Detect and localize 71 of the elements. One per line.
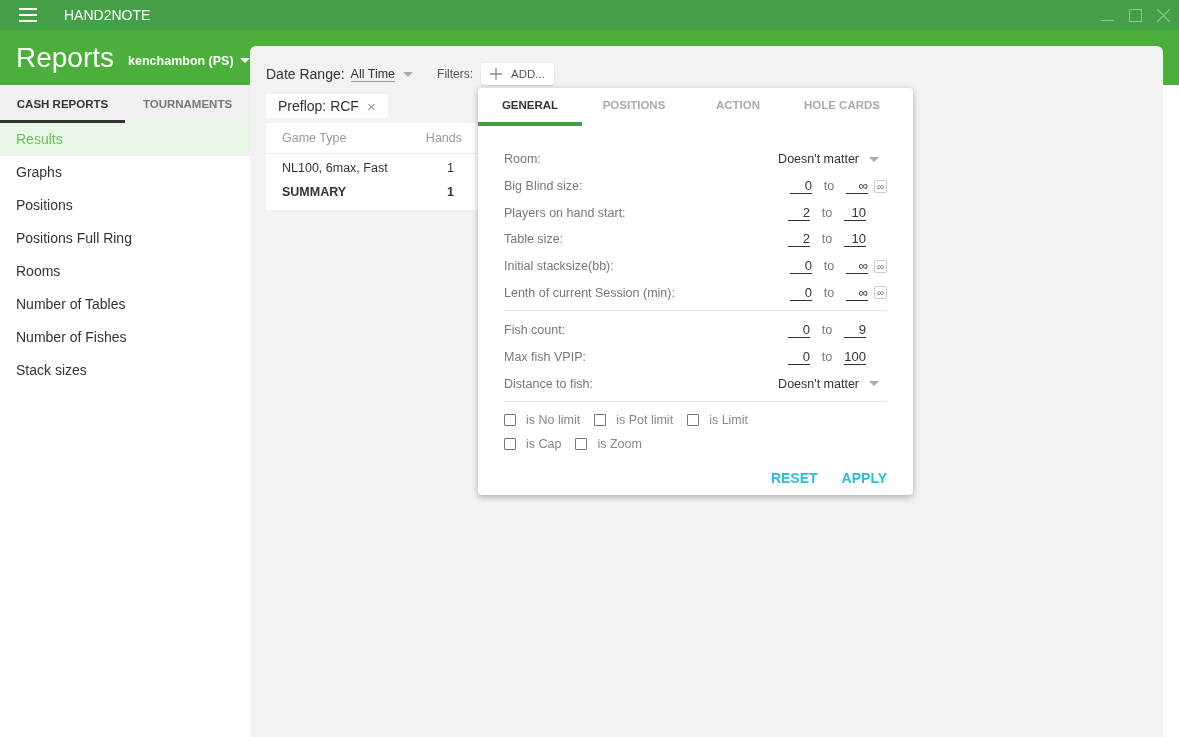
date-range-dropdown[interactable]: All Time xyxy=(350,66,414,82)
input-field[interactable]: 0 xyxy=(790,178,812,195)
field-label: Max fish VPIP: xyxy=(504,350,586,365)
checkbox-option[interactable]: is Zoom xyxy=(575,437,642,452)
dropdown[interactable]: Doesn't matter xyxy=(778,376,879,391)
filters-label: Filters: xyxy=(437,67,474,81)
sidebar-item[interactable]: Stack sizes xyxy=(0,354,250,387)
caret-icon xyxy=(869,381,879,387)
input-field[interactable]: ∞ xyxy=(846,284,868,301)
input-field[interactable]: ∞ xyxy=(846,178,868,195)
checkbox-option[interactable]: is Pot limit xyxy=(594,413,674,428)
tab[interactable]: GENERAL xyxy=(478,88,582,126)
page-title: Reports xyxy=(16,41,115,74)
field-label: Initial stacksize(bb): xyxy=(504,259,614,274)
caret-icon xyxy=(403,71,414,77)
plus-icon xyxy=(490,68,503,80)
sidebar-item[interactable]: Rooms xyxy=(0,255,250,288)
sidebar-item[interactable]: Number of Tables xyxy=(0,288,250,321)
window-title: HAND2NOTE xyxy=(64,7,151,23)
input-field[interactable]: 10 xyxy=(844,231,866,248)
add-filter-button[interactable]: ADD... xyxy=(481,63,554,85)
checkbox[interactable] xyxy=(504,438,516,451)
checkbox[interactable] xyxy=(594,414,607,427)
caret-icon xyxy=(869,156,879,162)
input-field[interactable]: 0 xyxy=(790,258,812,275)
input-field[interactable]: 9 xyxy=(844,322,866,339)
checkbox-option[interactable]: is Limit xyxy=(687,413,749,428)
field-label: Table size: xyxy=(504,232,564,247)
input-field[interactable]: 0 xyxy=(788,349,810,366)
range-separator: to xyxy=(822,285,836,300)
input-field[interactable]: 2 xyxy=(788,204,810,221)
sidebar-item[interactable]: Positions xyxy=(0,189,250,222)
field-label: Distance to fish: xyxy=(504,376,593,391)
range-separator: to xyxy=(820,323,834,338)
sidebar-item[interactable]: Graphs xyxy=(0,156,250,189)
table-cell: NL100, 6max, Fast xyxy=(282,161,388,175)
caret-icon xyxy=(239,58,250,63)
range-separator: to xyxy=(822,179,836,194)
range-separator: to xyxy=(822,259,836,274)
table-cell-text: 1 xyxy=(447,185,455,199)
dropdown[interactable]: Doesn't matter xyxy=(778,152,879,167)
input-field[interactable]: ∞ xyxy=(846,258,868,275)
tab[interactable]: TOURNAMENTS xyxy=(125,85,250,123)
range-separator: to xyxy=(820,205,834,220)
sidebar-item[interactable]: Number of Fishes xyxy=(0,321,250,354)
checkbox[interactable] xyxy=(575,438,588,451)
checkbox-option[interactable]: is No limit xyxy=(504,413,581,428)
date-range-label: Date Range: xyxy=(266,66,345,82)
field-label: Lenth of current Session (min): xyxy=(504,285,675,300)
input-field[interactable]: 2 xyxy=(788,231,810,248)
menu-icon[interactable] xyxy=(19,8,37,22)
input-field[interactable]: 0 xyxy=(788,322,810,339)
infinity-button[interactable]: ∞ xyxy=(874,286,887,300)
table-cell: SUMMARY xyxy=(282,185,347,199)
infinity-button[interactable]: ∞ xyxy=(874,179,887,193)
infinity-button[interactable]: ∞ xyxy=(874,259,887,273)
range-separator: to xyxy=(820,350,834,365)
field-label: Players on hand start: xyxy=(504,205,626,220)
input-field[interactable]: 0 xyxy=(790,284,812,301)
checkbox[interactable] xyxy=(687,414,700,427)
checkbox-option[interactable]: is Cap xyxy=(504,437,562,452)
filter-chip[interactable]: Preflop: RCF × xyxy=(266,94,388,118)
input-field[interactable]: 10 xyxy=(844,204,866,221)
checkbox[interactable] xyxy=(504,414,516,427)
table-cell-text: 1 xyxy=(447,161,455,175)
range-separator: to xyxy=(820,232,834,247)
input-field[interactable]: 100 xyxy=(844,349,866,366)
field-label: Big Blind size: xyxy=(504,179,583,194)
field-label: Room: xyxy=(504,152,541,167)
field-label: Fish count: xyxy=(504,323,566,338)
sidebar-item[interactable]: Positions Full Ring xyxy=(0,222,250,255)
